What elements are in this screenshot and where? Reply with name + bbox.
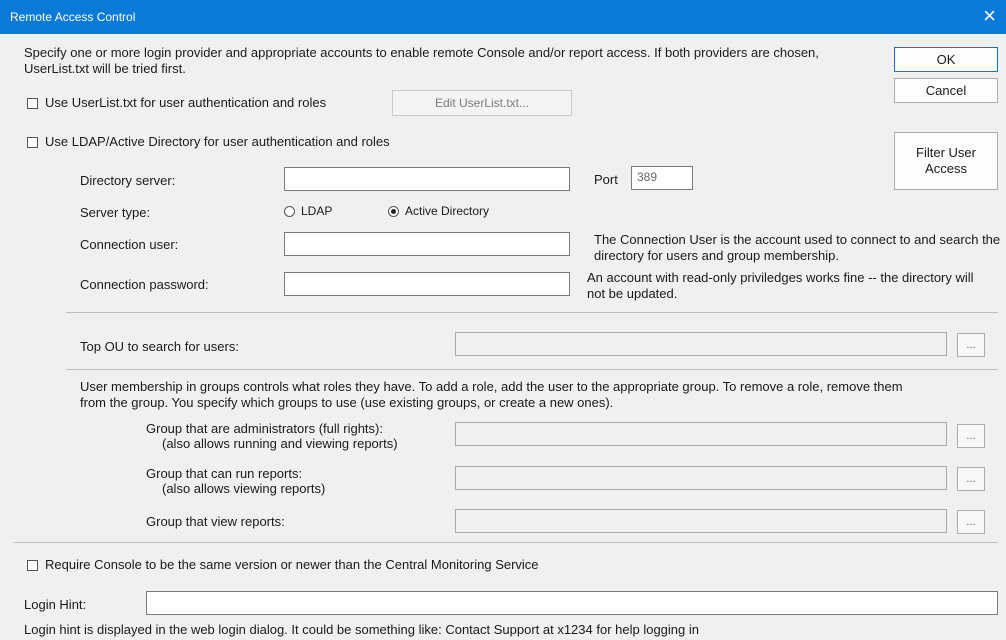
filter-user-access-button[interactable]: Filter User Access: [894, 132, 998, 190]
require-console-version-label[interactable]: Require Console to be the same version o…: [45, 557, 539, 572]
edit-userlist-button[interactable]: Edit UserList.txt...: [392, 90, 572, 116]
section-divider-2: [66, 369, 998, 370]
connection-password-label: Connection password:: [80, 277, 209, 292]
admin-group-label: Group that are administrators (full righ…: [146, 421, 383, 436]
run-group-browse-button[interactable]: ...: [957, 467, 985, 491]
view-group-label: Group that view reports:: [146, 514, 285, 529]
ldap-radio-label[interactable]: LDAP: [301, 204, 332, 218]
connection-password-input[interactable]: [284, 272, 570, 296]
connection-user-note: The Connection User is the account used …: [594, 232, 1001, 263]
login-hint-input[interactable]: [146, 591, 998, 615]
directory-server-label: Directory server:: [80, 173, 176, 188]
admin-group-browse-button[interactable]: ...: [957, 424, 985, 448]
admin-group-input[interactable]: [455, 422, 947, 446]
top-ou-browse-button[interactable]: ...: [957, 333, 985, 357]
use-userlist-label[interactable]: Use UserList.txt for user authentication…: [45, 95, 326, 110]
ok-button[interactable]: OK: [894, 47, 998, 72]
top-ou-label: Top OU to search for users:: [80, 339, 239, 354]
login-hint-label: Login Hint:: [24, 597, 87, 612]
active-directory-radio-label[interactable]: Active Directory: [405, 204, 489, 218]
top-ou-input[interactable]: [455, 332, 947, 356]
connection-user-label: Connection user:: [80, 237, 179, 252]
require-console-version-checkbox[interactable]: [27, 560, 38, 571]
section-divider-1: [66, 312, 998, 313]
ldap-radio[interactable]: [284, 206, 295, 217]
intro-text: Specify one or more login provider and a…: [24, 45, 819, 76]
close-icon[interactable]: ×: [983, 4, 996, 28]
login-hint-description: Login hint is displayed in the web login…: [24, 622, 699, 637]
use-userlist-checkbox[interactable]: [27, 98, 38, 109]
groups-description: User membership in groups controls what …: [80, 379, 903, 410]
use-ldap-checkbox[interactable]: [27, 137, 38, 148]
run-group-label: Group that can run reports:: [146, 466, 303, 481]
connection-user-input[interactable]: [284, 232, 570, 256]
connection-password-note: An account with read-only priviledges wo…: [587, 270, 974, 301]
use-ldap-label[interactable]: Use LDAP/Active Directory for user authe…: [45, 134, 390, 149]
view-group-browse-button[interactable]: ...: [957, 510, 985, 534]
directory-server-input[interactable]: [284, 167, 570, 191]
port-label: Port: [594, 172, 618, 187]
admin-group-sublabel: (also allows running and viewing reports…: [162, 436, 398, 451]
server-type-label: Server type:: [80, 205, 151, 220]
cancel-button[interactable]: Cancel: [894, 78, 998, 103]
run-group-sublabel: (also allows viewing reports): [162, 481, 326, 496]
view-group-input[interactable]: [455, 509, 947, 533]
port-input[interactable]: 389: [631, 166, 693, 190]
active-directory-radio[interactable]: [388, 206, 399, 217]
title-bar: Remote Access Control ×: [0, 0, 1006, 34]
window-title: Remote Access Control: [10, 10, 136, 24]
run-group-input[interactable]: [455, 466, 947, 490]
section-divider-3: [14, 542, 998, 543]
